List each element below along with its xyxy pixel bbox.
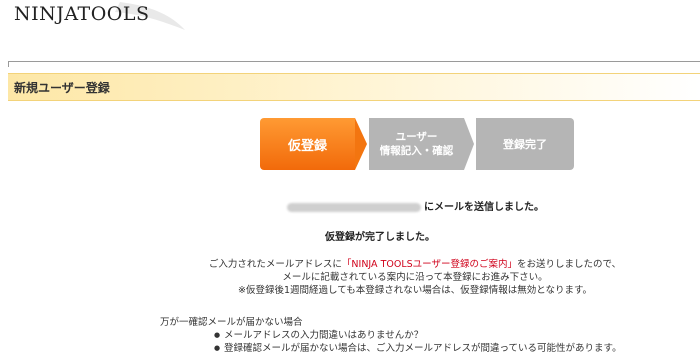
- step-label-line2: 情報記入・確認: [379, 145, 454, 157]
- header-divider: [8, 61, 700, 62]
- step-label-line1: ユーザー: [395, 131, 438, 143]
- trouble-section: 万が一確認メールが届かない場合 メールアドレスの入力間違いはありませんか？ 登録…: [160, 316, 622, 355]
- registration-steps: 仮登録 ユーザー 情報記入・確認 登録完了: [260, 118, 580, 170]
- step-label: 登録完了: [503, 138, 547, 151]
- step-registration-complete: 登録完了: [476, 118, 574, 170]
- mail-sent-message: にメールを送信しました。: [287, 198, 544, 213]
- header-divider-tick: [8, 61, 9, 67]
- mail-subject-highlight: 「NINJA TOOLSユーザー登録のご案内」: [341, 259, 517, 270]
- step-label: 仮登録: [287, 138, 327, 154]
- section-header: 新規ユーザー登録: [8, 73, 700, 101]
- step-arrow-icon: [464, 118, 474, 170]
- step-arrow-icon: [355, 118, 367, 170]
- page-title: 新規ユーザー登録: [14, 81, 110, 95]
- info-line-1: ご入力されたメールアドレスに「NINJA TOOLSユーザー登録のご案内」をお送…: [130, 258, 700, 271]
- step-provisional-registration: 仮登録: [260, 118, 355, 170]
- info-text: ご入力されたメールアドレスに「NINJA TOOLSユーザー登録のご案内」をお送…: [0, 258, 700, 297]
- trouble-list: メールアドレスの入力間違いはありませんか？ 登録確認メールが届かない場合は、ご入…: [160, 329, 622, 355]
- header: NINJATOOLS: [0, 0, 700, 58]
- registration-done-message: 仮登録が完了しました。: [325, 232, 435, 243]
- step-user-info: ユーザー 情報記入・確認: [369, 118, 464, 170]
- mail-sent-text: にメールを送信しました。: [424, 202, 544, 213]
- logo[interactable]: NINJATOOLS: [14, 3, 150, 25]
- redacted-email: [287, 202, 421, 212]
- info-text-post: をお送りしましたので、: [516, 259, 622, 270]
- info-text-pre: ご入力されたメールアドレスに: [208, 259, 342, 270]
- info-line-2: メールに記載されている案内に沿って本登録にお進み下さい。: [282, 272, 548, 283]
- list-item: 登録確認メールが届かない場合は、ご入力メールアドレスが間違っている可能性がありま…: [214, 342, 622, 355]
- info-line-3: ※仮登録後1週間経過しても本登録されない場合は、仮登録情報は無効となります。: [237, 285, 592, 296]
- trouble-heading: 万が一確認メールが届かない場合: [160, 317, 303, 328]
- list-item: メールアドレスの入力間違いはありませんか？: [214, 329, 622, 342]
